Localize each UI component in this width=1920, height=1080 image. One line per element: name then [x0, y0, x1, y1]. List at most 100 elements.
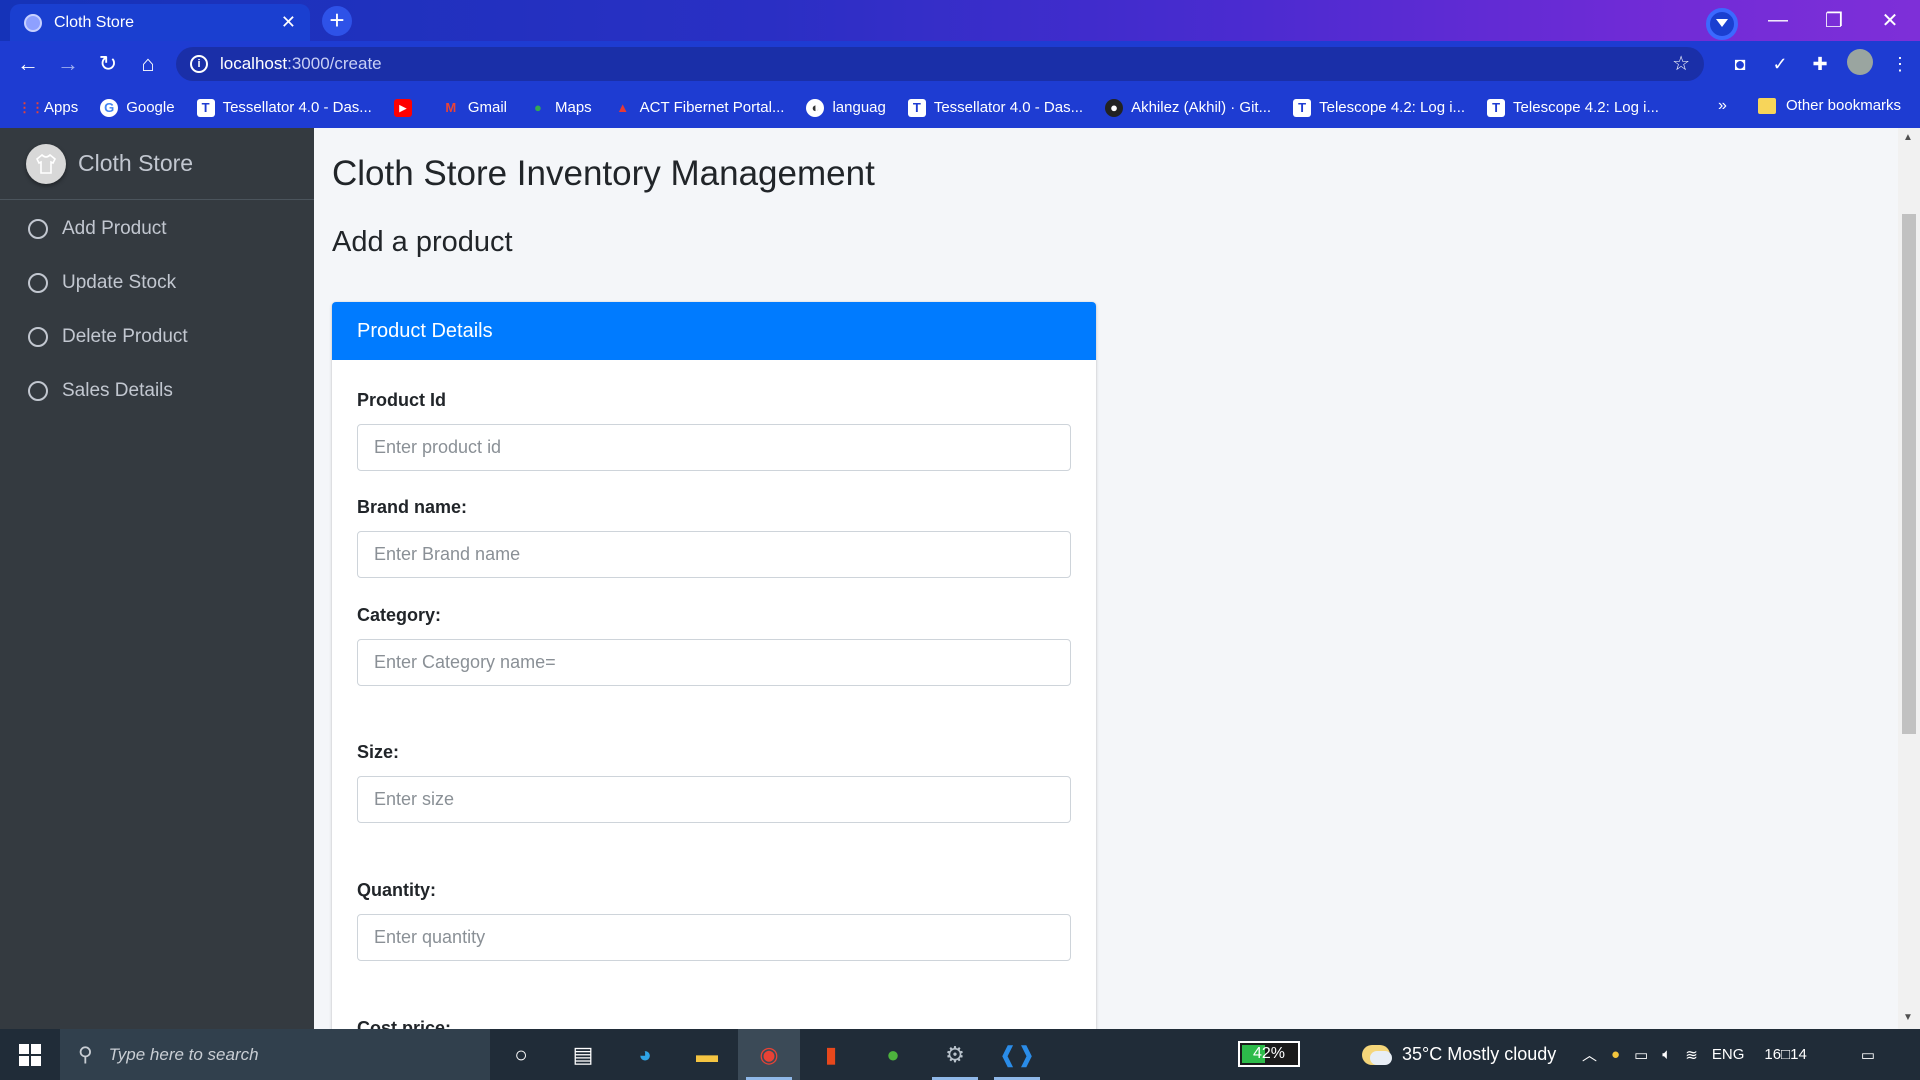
- globe-icon: ◐: [806, 98, 825, 117]
- bookmark-maps[interactable]: ● Maps: [529, 99, 592, 117]
- size-input[interactable]: [357, 776, 1071, 823]
- language-indicator[interactable]: ENG: [1712, 1046, 1745, 1063]
- quantity-label: Quantity:: [357, 880, 436, 900]
- bookmark-apps[interactable]: ⋮⋮ Apps: [18, 99, 78, 117]
- wifi-icon[interactable]: ≋: [1685, 1046, 1698, 1064]
- brand-name-label: Brand name:: [357, 497, 468, 517]
- scrollbar-thumb[interactable]: [1902, 214, 1916, 734]
- new-tab-button[interactable]: +: [322, 6, 352, 36]
- tu-icon: T: [1293, 98, 1312, 117]
- browser-menu-icon[interactable]: ⋮: [1880, 54, 1920, 75]
- bookmark-tessellator[interactable]: T Tessellator 4.0 - Das...: [196, 98, 372, 117]
- volume-icon[interactable]: 🔈︎: [1662, 1046, 1671, 1063]
- system-tray: ︿ ● ▭ 🔈︎ ≋ ENG 16□14 ▭: [1582, 1029, 1875, 1080]
- tu-icon: T: [1487, 98, 1506, 117]
- windows-logo-icon: [19, 1043, 41, 1066]
- bookmarks-overflow-button[interactable]: »: [1718, 97, 1727, 115]
- edge-icon[interactable]: ◕: [614, 1029, 676, 1080]
- windows-start-button[interactable]: [0, 1029, 60, 1080]
- section-title: Add a product: [332, 226, 513, 258]
- weather-widget[interactable]: 35°C Mostly cloudy: [1362, 1029, 1556, 1080]
- cortana-icon[interactable]: ○: [490, 1029, 552, 1080]
- category-label: Category:: [357, 605, 442, 625]
- sidebar-item-update-stock[interactable]: Update Stock: [0, 256, 314, 310]
- brand-link[interactable]: Cloth Store: [0, 128, 314, 200]
- reload-icon[interactable]: ↻: [88, 51, 128, 77]
- vscode-icon[interactable]: ❰❱: [986, 1029, 1048, 1080]
- extensions-puzzle-icon[interactable]: ✚: [1800, 54, 1840, 75]
- circle-icon: [28, 327, 48, 347]
- youtube-icon: ▶: [393, 98, 412, 117]
- restore-button[interactable]: ❐: [1806, 0, 1862, 41]
- bookmark-act[interactable]: ▲ ACT Fibernet Portal...: [614, 99, 784, 117]
- folder-icon: [1758, 97, 1776, 114]
- task-view-icon[interactable]: ▤: [552, 1029, 614, 1080]
- close-window-button[interactable]: ✕: [1862, 0, 1918, 41]
- bookmark-google[interactable]: G Google: [100, 98, 175, 117]
- battery-tray-icon[interactable]: ▭: [1634, 1046, 1648, 1064]
- bookmark-youtube[interactable]: ▶: [393, 98, 420, 117]
- circle-icon: [28, 219, 48, 239]
- bookmark-github[interactable]: ● Akhilez (Akhil) · Git...: [1105, 98, 1271, 117]
- main-content: Cloth Store Inventory Management Add a p…: [314, 128, 1898, 1029]
- size-label: Size:: [357, 742, 400, 762]
- battery-indicator[interactable]: 42%: [1238, 1041, 1300, 1067]
- taskbar-search[interactable]: ⚲ Type here to search: [60, 1029, 490, 1080]
- tray-app-icon[interactable]: ●: [1611, 1046, 1620, 1063]
- github-icon: ●: [1105, 98, 1124, 117]
- act-icon: ▲: [616, 99, 630, 115]
- sidebar-item-sales-details[interactable]: Sales Details: [0, 364, 314, 418]
- sidebar-item-label: Delete Product: [62, 326, 188, 347]
- scroll-down-arrow-icon[interactable]: ▼: [1903, 1012, 1913, 1023]
- mongodb-compass-icon[interactable]: ●: [862, 1029, 924, 1080]
- sidebar-item-delete-product[interactable]: Delete Product: [0, 310, 314, 364]
- address-bar[interactable]: i localhost:3000/create ☆: [176, 47, 1704, 81]
- home-icon[interactable]: ⌂: [128, 51, 168, 77]
- bookmark-tessellator-2[interactable]: T Tessellator 4.0 - Das...: [907, 98, 1083, 117]
- bookmark-star-icon[interactable]: ☆: [1672, 51, 1690, 76]
- product-id-input[interactable]: [357, 424, 1071, 471]
- profile-avatar[interactable]: [1840, 48, 1880, 80]
- scroll-up-arrow-icon[interactable]: ▲: [1903, 132, 1913, 143]
- browser-tab[interactable]: Cloth Store ✕: [10, 4, 310, 41]
- brand-name-input[interactable]: [357, 531, 1071, 578]
- gmail-icon: M: [445, 99, 457, 115]
- url-path: :3000/create: [287, 54, 382, 73]
- chrome-icon[interactable]: ◉: [738, 1029, 800, 1080]
- downloads-indicator-icon[interactable]: [1706, 8, 1738, 40]
- maps-icon: ●: [534, 99, 542, 115]
- notifications-icon[interactable]: ▭: [1861, 1046, 1875, 1064]
- settings-gear-icon[interactable]: ⚙: [924, 1029, 986, 1080]
- back-icon[interactable]: ←: [8, 51, 48, 77]
- page-scrollbar[interactable]: ▲ ▼: [1898, 128, 1920, 1029]
- other-bookmarks-folder[interactable]: Other bookmarks: [1758, 97, 1901, 114]
- bookmark-telescope[interactable]: T Telescope 4.2: Log i...: [1293, 98, 1465, 117]
- product-details-card: Product Details Product Id Brand name: C…: [332, 302, 1096, 1029]
- bookmark-telescope-2[interactable]: T Telescope 4.2: Log i...: [1487, 98, 1659, 117]
- clock[interactable]: 16□14: [1764, 1046, 1806, 1063]
- office-icon[interactable]: ▮: [800, 1029, 862, 1080]
- tab-close-icon[interactable]: ✕: [281, 12, 296, 33]
- quantity-input[interactable]: [357, 914, 1071, 961]
- file-explorer-icon[interactable]: ▬: [676, 1029, 738, 1080]
- sidebar-item-label: Sales Details: [62, 380, 173, 401]
- circle-icon: [28, 381, 48, 401]
- product-id-label: Product Id: [357, 390, 446, 410]
- sidebar-item-add-product[interactable]: Add Product: [0, 202, 314, 256]
- apps-grid-icon: ⋮⋮: [18, 99, 44, 115]
- forward-icon[interactable]: →: [48, 51, 88, 77]
- weather-text: 35°C Mostly cloudy: [1402, 1044, 1557, 1064]
- bookmark-languag[interactable]: ◐ languag: [806, 98, 886, 117]
- minimize-button[interactable]: —: [1750, 0, 1806, 41]
- windows-taskbar: ⚲ Type here to search ○ ▤ ◕ ▬ ◉ ▮ ● ⚙ ❰❱…: [0, 1029, 1920, 1080]
- chevron-up-icon[interactable]: ︿: [1582, 1044, 1597, 1065]
- site-info-icon[interactable]: i: [190, 55, 208, 73]
- card-header: Product Details: [332, 302, 1096, 360]
- bookmark-gmail[interactable]: M Gmail: [442, 99, 507, 117]
- tab-favicon-icon: [24, 13, 42, 32]
- bookmarks-bar: ⋮⋮ Apps G Google T Tessellator 4.0 - Das...…: [0, 87, 1920, 128]
- category-input[interactable]: [357, 639, 1071, 686]
- circle-icon: [28, 273, 48, 293]
- check-extension-icon[interactable]: ✓: [1760, 54, 1800, 75]
- camera-extension-icon[interactable]: ◘: [1720, 54, 1760, 75]
